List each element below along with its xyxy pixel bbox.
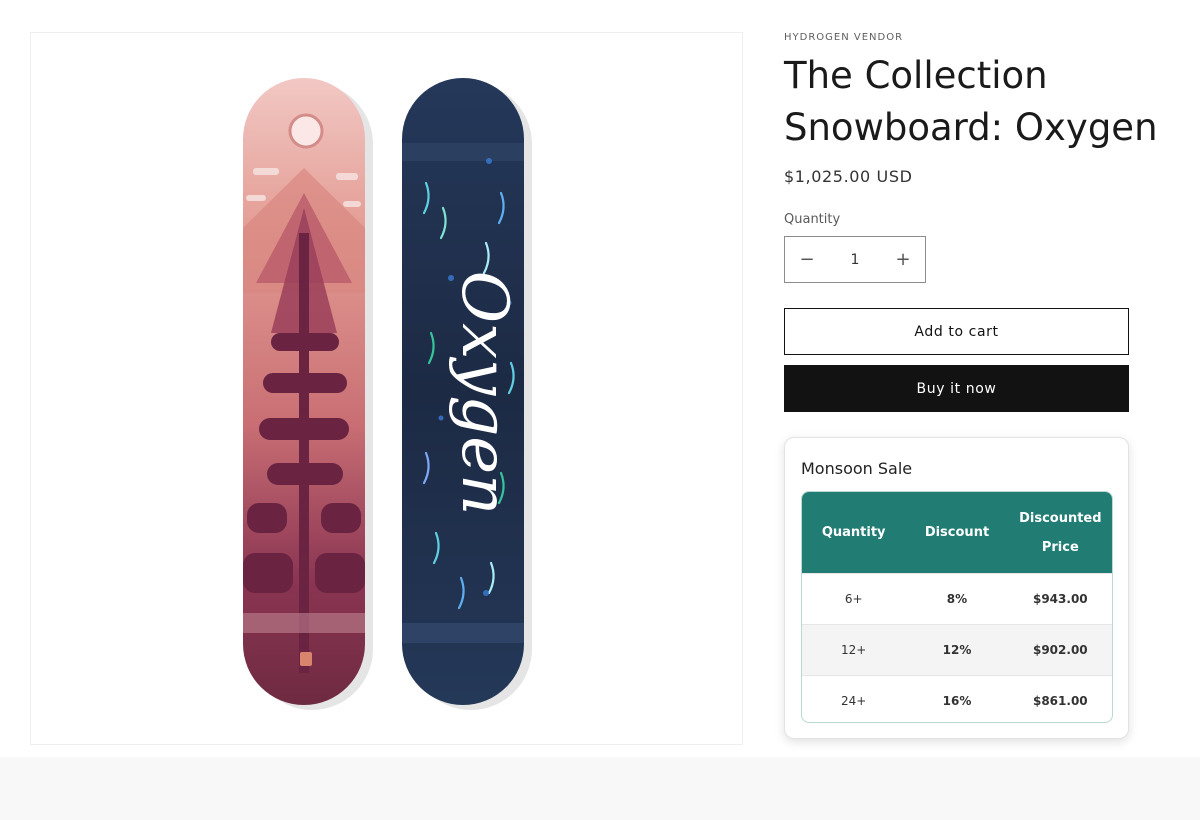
row-discount: 16% [942, 694, 972, 708]
snowboard-logo-text: Oxygen [447, 271, 521, 516]
add-to-cart-button[interactable]: Add to cart [784, 308, 1129, 355]
quantity-label: Quantity [784, 212, 841, 227]
table-row: 24+ 16% $861.00 [802, 675, 1112, 722]
quantity-increase-button[interactable]: + [881, 237, 925, 282]
snowboards-image: Oxygen [243, 78, 532, 710]
row-discount: 8% [946, 592, 968, 606]
product-price: $1,025.00 USD [784, 167, 913, 186]
row-discount: 12% [942, 643, 972, 657]
quantity-decrease-button[interactable]: − [785, 237, 829, 282]
row-price: $861.00 [1032, 694, 1088, 708]
header-quantity: Quantity [821, 525, 886, 540]
quantity-stepper: − 1 + [784, 236, 926, 283]
product-title: The Collection Snowboard: Oxygen [784, 54, 1158, 149]
sale-title: Monsoon Sale [801, 459, 913, 478]
row-quantity: 6+ [844, 592, 863, 606]
header-discount: Discount [924, 525, 990, 540]
row-price: $943.00 [1032, 592, 1088, 606]
discount-table: Quantity Discount Discounted Price 6+ 8%… [801, 491, 1113, 723]
discount-table-header: Quantity Discount Discounted Price [802, 492, 1112, 573]
table-row: 6+ 8% $943.00 [802, 573, 1112, 624]
snowboard-left [243, 78, 365, 705]
row-quantity: 24+ [841, 694, 867, 708]
row-quantity: 12+ [841, 643, 867, 657]
snowboard-right: Oxygen [402, 78, 524, 705]
buy-now-button[interactable]: Buy it now [784, 365, 1129, 412]
row-price: $902.00 [1032, 643, 1088, 657]
header-discounted-price: Discounted Price [1019, 510, 1102, 555]
table-row: 12+ 12% $902.00 [802, 624, 1112, 675]
product-vendor: HYDROGEN VENDOR [784, 32, 904, 43]
footer-band [0, 757, 1200, 820]
sale-card: Monsoon Sale Quantity Discount Discounte… [784, 437, 1129, 739]
quantity-input[interactable]: 1 [829, 252, 881, 268]
product-image-frame[interactable]: Oxygen [30, 32, 743, 745]
